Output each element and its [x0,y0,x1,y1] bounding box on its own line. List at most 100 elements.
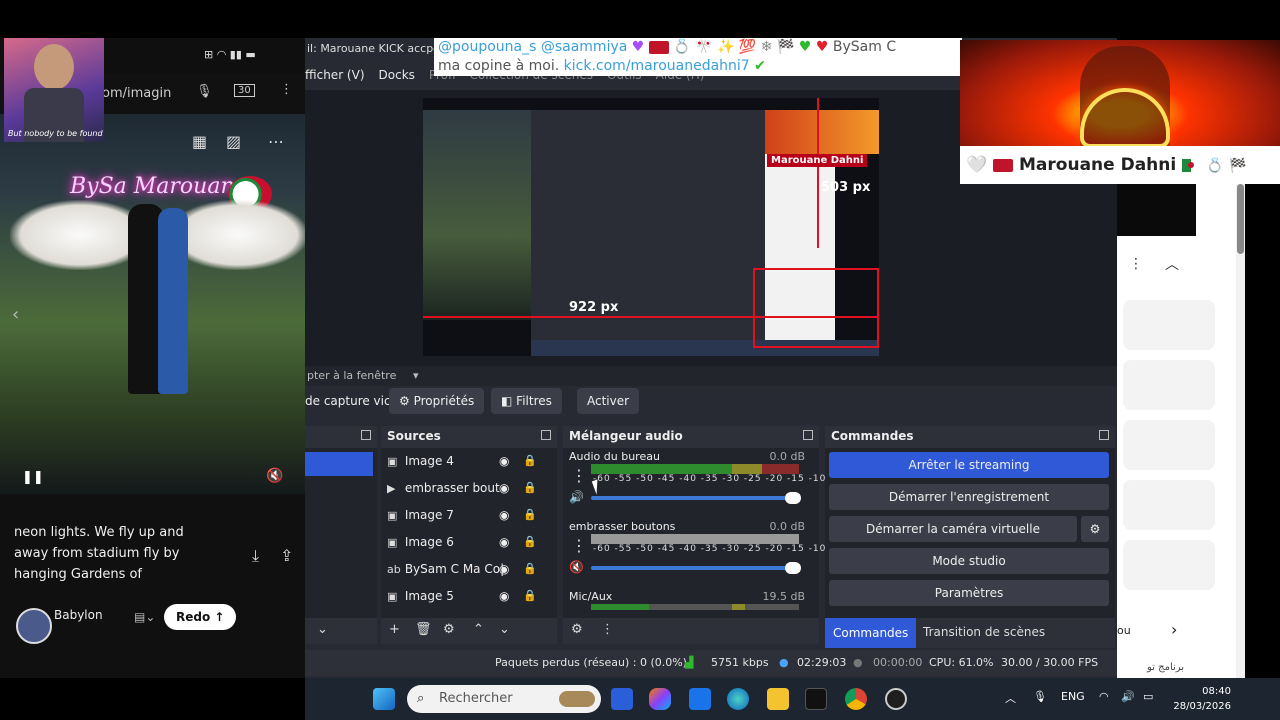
source-item[interactable]: ▶ embrasser bout ◉ 🔒 [387,481,547,503]
copilot-icon[interactable] [649,688,671,710]
list-item[interactable] [1123,420,1215,470]
mic-icon[interactable]: 🎙 [196,84,213,99]
speaker-icon[interactable]: 🔊 [569,490,584,504]
eye-icon[interactable]: ◉ [499,562,509,576]
detach-icon[interactable] [1099,430,1109,440]
lock-icon[interactable]: 🔒 [523,454,537,467]
film-icon[interactable]: ▦ [192,132,207,151]
list-item[interactable] [1123,540,1215,590]
list-item[interactable] [1123,480,1215,530]
trash-icon[interactable]: 🗑 [415,622,432,637]
source-item[interactable]: ▣ Image 6 ◉ 🔒 [387,535,547,557]
source-item[interactable]: ▣ Image 4 ◉ 🔒 [387,454,547,476]
menu-dots-icon[interactable]: ⋮ [571,466,587,485]
gear-icon[interactable]: ⚙ [443,622,455,637]
chevron-down-icon[interactable]: ▾ [413,366,419,386]
chevron-up-icon[interactable]: ⌃ [473,622,484,637]
browser-scrollbar[interactable] [1236,184,1245,678]
eye-icon[interactable]: ◉ [499,454,509,468]
tab-transition[interactable]: Transition de scènes [923,625,1045,639]
lock-icon[interactable]: 🔒 [523,562,537,575]
battery-icon[interactable]: ▭ [1143,690,1153,703]
menu-dots-icon[interactable]: ⋮ [571,536,587,555]
menu-dots-icon[interactable]: ⋮ [280,82,293,97]
activate-button[interactable]: Activer [577,388,640,414]
edge-icon[interactable] [727,688,749,710]
obs-icon[interactable] [885,688,907,710]
taskbar-clock[interactable]: 08:40 28/03/2026 [1167,684,1231,714]
chevron-down-icon[interactable]: ⌄ [499,622,510,637]
mic-icon[interactable]: 🎙 [1033,690,1047,703]
pen-app-icon[interactable] [611,688,633,710]
stop-streaming-button[interactable]: Arrêter le streaming [829,452,1109,478]
chevron-down-icon[interactable]: ⌄ [317,622,328,637]
add-icon[interactable]: + [389,622,400,637]
phone-video[interactable]: ▦ ▨ ⋯ BySa Marouan ‹ ❚❚ 🔇 [0,114,305,494]
virtual-camera-button[interactable]: Démarrer la caméra virtuelle [829,516,1077,542]
scrollbar-thumb[interactable] [1237,184,1244,254]
start-icon[interactable] [373,688,395,710]
audio-app-icon[interactable] [805,688,827,710]
menu-afficher[interactable]: fficher (V) [305,68,365,88]
menu-dots-icon[interactable]: ⋯ [268,132,284,151]
wifi-icon[interactable]: ◠ [1099,690,1109,703]
pause-icon[interactable]: ❚❚ [22,470,44,485]
redo-button[interactable]: Redo ↑ [164,604,237,630]
gear-icon[interactable]: ⚙ [1081,516,1109,542]
studio-mode-button[interactable]: Mode studio [829,548,1109,574]
detach-icon[interactable] [541,430,551,440]
taskbar-search[interactable]: ⌕ Rechercher [407,685,601,713]
chevron-right-icon[interactable]: › [1171,620,1177,639]
list-item[interactable] [1123,360,1215,410]
chevron-up-icon[interactable]: ︿ [1165,254,1179,274]
eye-icon[interactable]: ◉ [499,589,509,603]
volume-slider[interactable] [591,562,801,574]
selected-source-box[interactable] [753,268,879,348]
list-item[interactable] [1123,300,1215,350]
tab-commandes[interactable]: Commandes [825,618,917,648]
settings-button[interactable]: Paramètres [829,580,1109,606]
eye-icon[interactable]: ◉ [499,535,509,549]
source-item[interactable]: ▣ Image 7 ◉ 🔒 [387,508,547,530]
filters-button[interactable]: ◧ Filtres [491,388,562,414]
image-icon[interactable]: ▨ [226,132,241,151]
download-icon[interactable]: ⤓ [252,546,259,566]
language-indicator[interactable]: ENG [1061,690,1085,703]
source-item[interactable]: ▣ Image 5 ◉ 🔒 [387,589,547,611]
layout-icon[interactable]: ▤⌄ [134,610,155,624]
mute-icon[interactable]: 🔇 [569,560,584,574]
eye-icon[interactable]: ◉ [499,508,509,522]
outlook-icon[interactable] [689,688,711,710]
preview-canvas[interactable]: 503 px 922 px Marouane Dahni [423,98,879,356]
menu-dots-icon[interactable]: ⋮ [601,622,614,637]
menu-dots-icon[interactable]: ⋮ [1129,256,1143,272]
detach-icon[interactable] [803,430,813,440]
source-item[interactable]: ab BySam C Ma Co| ◉ 🔒 [387,562,547,584]
mute-icon[interactable]: 🔇 [266,468,283,484]
banner-image [960,40,1280,146]
volume-slider[interactable] [591,492,801,504]
detach-icon[interactable] [361,430,371,440]
volume-icon[interactable]: 🔊 [1121,690,1135,703]
heart-icon: ♥ [631,39,645,55]
lock-icon[interactable]: 🔒 [523,589,537,602]
chevron-left-icon[interactable]: ‹ [12,304,19,325]
menu-docks[interactable]: Docks [379,68,415,88]
tabs-count-icon[interactable]: 30 [234,84,255,97]
properties-button[interactable]: ⚙ Propriétés [389,388,485,414]
eye-icon[interactable]: ◉ [499,481,509,495]
chat-link[interactable]: kick.com/marouanedahni7 [564,58,750,74]
chevron-up-icon[interactable]: ︿ [1005,690,1016,706]
lock-icon[interactable]: 🔒 [523,508,537,521]
flag-icon [648,40,669,54]
scale-mode-bar[interactable]: pter à la fenêtre ▾ [305,366,1117,386]
scene-selected[interactable] [305,452,373,476]
share-icon[interactable]: ⇪ [280,546,293,565]
chrome-icon[interactable] [845,688,867,710]
lock-icon[interactable]: 🔒 [523,481,537,494]
gear-icon[interactable]: ⚙ [571,622,583,637]
lock-icon[interactable]: 🔒 [523,535,537,548]
commands-title: Commandes [831,429,914,443]
start-recording-button[interactable]: Démarrer l'enregistrement [829,484,1109,510]
folder-icon[interactable] [767,688,789,710]
